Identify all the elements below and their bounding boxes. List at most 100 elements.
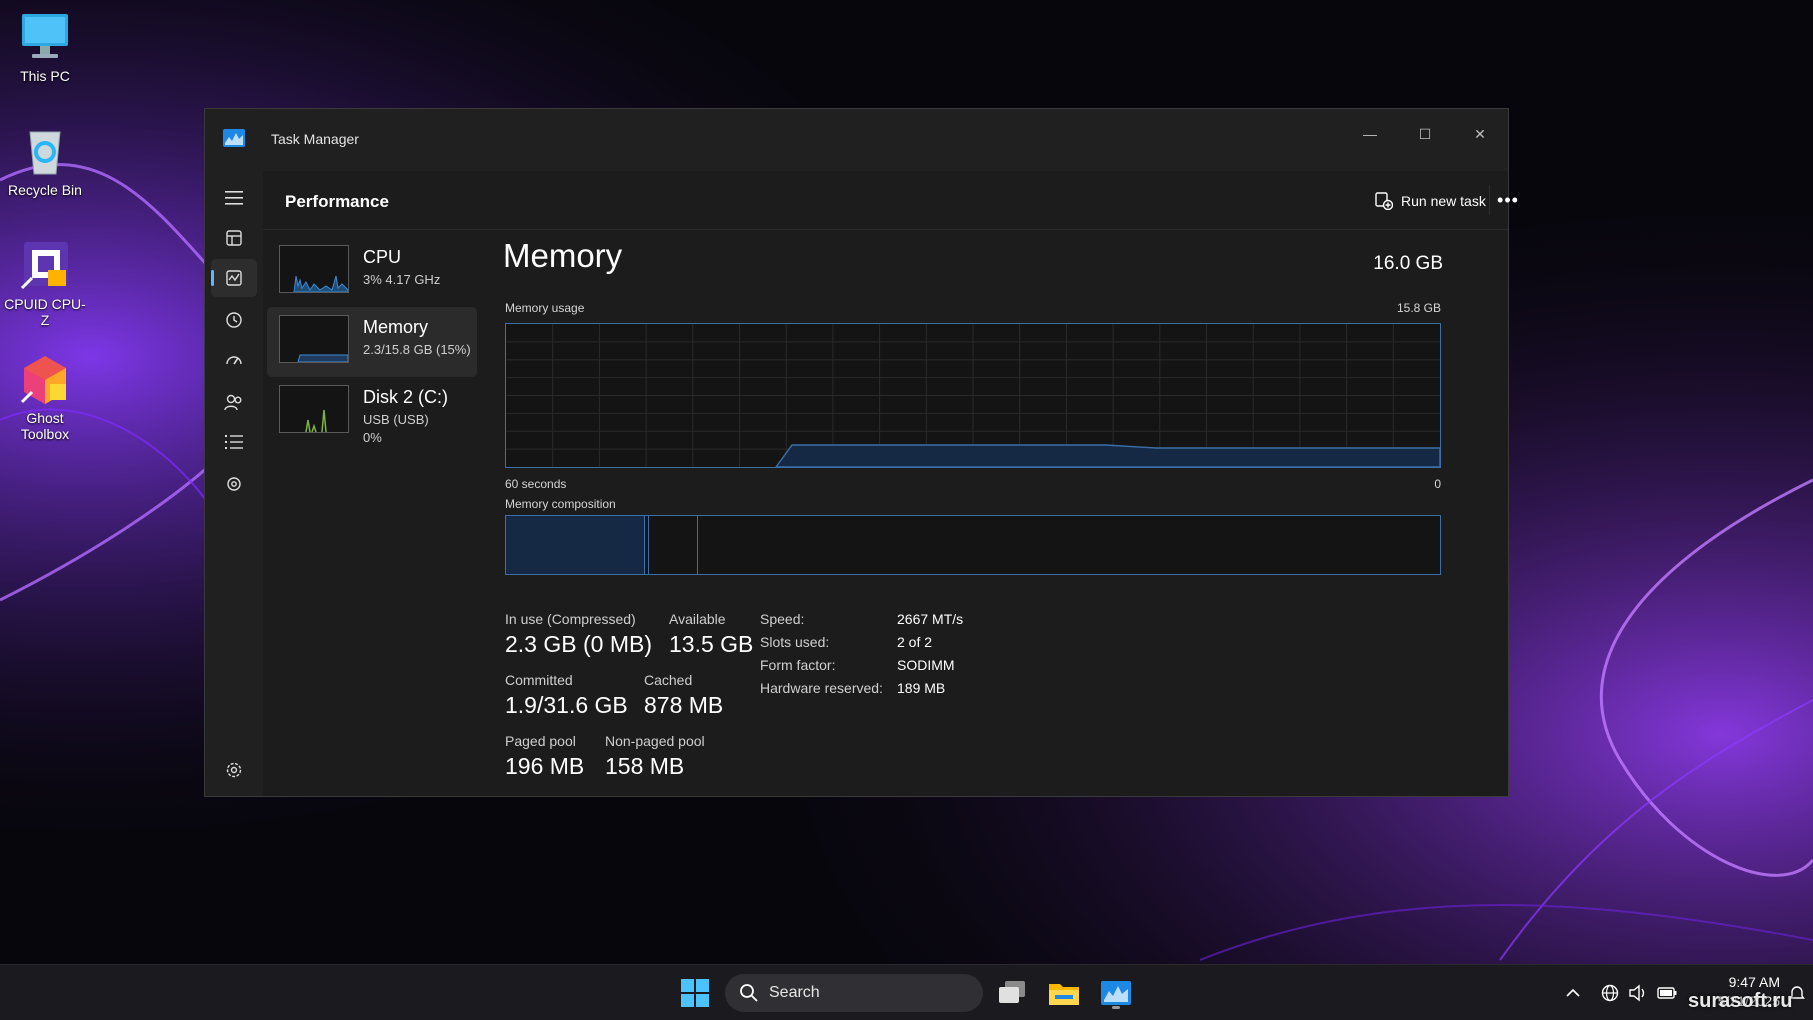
search-label: Search (769, 984, 820, 1001)
startup-apps-icon (226, 356, 242, 365)
slots-used-value: 2 of 2 (897, 634, 933, 650)
desktop-icon-label: This PC (20, 68, 70, 84)
minimize-button[interactable]: — (1343, 115, 1397, 153)
resource-name: CPU (363, 247, 402, 267)
globe-icon (1601, 984, 1619, 1002)
app-history-icon (226, 312, 242, 328)
show-hidden-icons-button[interactable] (1562, 983, 1584, 1003)
disk-thumbnail-graph (279, 385, 349, 433)
resource-item-disk[interactable]: Disk 2 (C:) USB (USB) 0% (267, 377, 477, 447)
desktop-icon-ghost-toolbox[interactable]: Ghost Toolbox (0, 352, 90, 442)
search-icon (740, 984, 758, 1002)
navigation-rail (205, 171, 263, 796)
committed-label: Committed (505, 672, 573, 688)
graph-axis-right-label: 0 (1434, 477, 1441, 491)
nav-item-app-history[interactable] (211, 301, 257, 339)
task-manager-icon (1101, 981, 1131, 1005)
memory-usage-label: Memory usage (505, 301, 585, 315)
resource-name: Memory (363, 317, 429, 337)
form-factor-value: SODIMM (897, 657, 955, 673)
task-manager-window: Task Manager — ☐ ✕ Performance Run new t… (204, 108, 1518, 797)
memory-usage-max: 15.8 GB (1396, 301, 1441, 315)
run-new-task-button[interactable]: Run new task (1375, 189, 1486, 213)
speed-key: Speed: (760, 611, 805, 627)
running-indicator (1112, 1006, 1120, 1009)
run-task-icon (1375, 192, 1393, 210)
available-value: 13.5 GB (669, 631, 754, 657)
slots-used-key: Slots used: (760, 634, 830, 650)
window-title: Task Manager (271, 131, 359, 147)
nav-item-users[interactable] (211, 383, 257, 421)
taskbar-search-box[interactable]: Search (725, 974, 983, 1012)
taskbar: Search 9:47 AM 5/21/2025 (0, 964, 1813, 1020)
paged-pool-value: 196 MB (505, 753, 585, 779)
services-icon (227, 477, 241, 491)
active-indicator (211, 270, 214, 286)
settings-icon (226, 762, 242, 778)
desktop-icon-label: CPUID CPU-Z (4, 296, 86, 328)
memory-composition-label: Memory composition (505, 497, 616, 511)
desktop-icon-recycle-bin[interactable]: Recycle Bin (0, 124, 90, 198)
memory-thumbnail-graph (279, 315, 349, 363)
resource-list: CPU 3% 4.17 GHz Memory 2.3/15.8 GB (15%) (267, 237, 477, 447)
desktop-icon-cpu-z[interactable]: CPUID CPU-Z (0, 238, 90, 328)
resource-name: Disk 2 (C:) (363, 387, 448, 407)
nav-item-details[interactable] (211, 423, 257, 461)
start-button[interactable] (677, 975, 713, 1011)
paged-pool-label: Paged pool (505, 733, 576, 749)
page-header: Performance Run new task ••• (263, 171, 1518, 230)
run-new-task-label: Run new task (1401, 193, 1486, 209)
file-explorer-button[interactable] (1046, 975, 1082, 1011)
desktop-icon-this-pc[interactable]: This PC (0, 10, 90, 84)
committed-value: 1.9/31.6 GB (505, 692, 628, 718)
nav-item-performance[interactable] (211, 259, 257, 297)
more-options-button[interactable]: ••• (1489, 185, 1526, 215)
monitor-icon (18, 10, 72, 64)
speaker-icon (1629, 984, 1645, 1002)
non-paged-pool-label: Non-paged pool (605, 733, 705, 749)
ghost-toolbox-icon (18, 352, 72, 406)
performance-icon (226, 270, 242, 286)
page-title: Performance (285, 192, 389, 211)
task-manager-taskbar-button[interactable] (1098, 975, 1134, 1011)
non-paged-pool-value: 158 MB (605, 753, 685, 779)
cached-label: Cached (644, 672, 693, 688)
hardware-reserved-value: 189 MB (897, 680, 946, 696)
settings-button[interactable] (211, 751, 257, 789)
task-view-icon (999, 981, 1025, 1003)
folder-icon (1049, 984, 1079, 1005)
network-button[interactable] (1599, 983, 1621, 1003)
resource-item-cpu[interactable]: CPU 3% 4.17 GHz (267, 237, 477, 307)
disk-usage: 0% (363, 430, 382, 445)
cached-value: 878 MB (644, 692, 724, 718)
details-icon (225, 435, 243, 449)
form-factor-key: Form factor: (760, 657, 836, 673)
processes-icon (226, 230, 242, 246)
nav-item-processes[interactable] (211, 219, 257, 257)
desktop-icon-label: Ghost Toolbox (20, 410, 70, 442)
task-manager-app-icon (223, 129, 245, 147)
volume-button[interactable] (1627, 983, 1649, 1003)
hamburger-menu-button[interactable] (211, 179, 257, 217)
in-use-value: 2.3 GB (0 MB) (505, 631, 652, 657)
nav-item-services[interactable] (211, 465, 257, 503)
hardware-reserved-key: Hardware reserved: (760, 680, 883, 696)
cpu-z-icon (18, 238, 72, 292)
in-use-label: In use (Compressed) (505, 611, 636, 627)
speed-value: 2667 MT/s (897, 611, 964, 627)
battery-button[interactable] (1656, 983, 1678, 1003)
memory-total: 16.0 GB (1373, 253, 1443, 274)
resource-item-memory[interactable]: Memory 2.3/15.8 GB (15%) (267, 307, 477, 377)
nav-item-startup-apps[interactable] (211, 341, 257, 379)
close-button[interactable]: ✕ (1453, 115, 1507, 153)
task-view-button[interactable] (995, 975, 1031, 1011)
maximize-button[interactable]: ☐ (1398, 115, 1452, 153)
memory-composition-bar (505, 515, 1441, 575)
resource-subtitle: 2.3/15.8 GB (15%) (363, 342, 471, 357)
title-bar[interactable]: Task Manager — ☐ ✕ (205, 109, 1508, 171)
disk-type: USB (USB) (363, 412, 429, 427)
memory-detail-pane: Memory 16.0 GB Memory usage 15.8 GB 60 s… (503, 237, 1443, 796)
graph-axis-left-label: 60 seconds (505, 477, 567, 491)
recycle-bin-icon (18, 124, 72, 178)
cpu-thumbnail-graph (279, 245, 349, 293)
